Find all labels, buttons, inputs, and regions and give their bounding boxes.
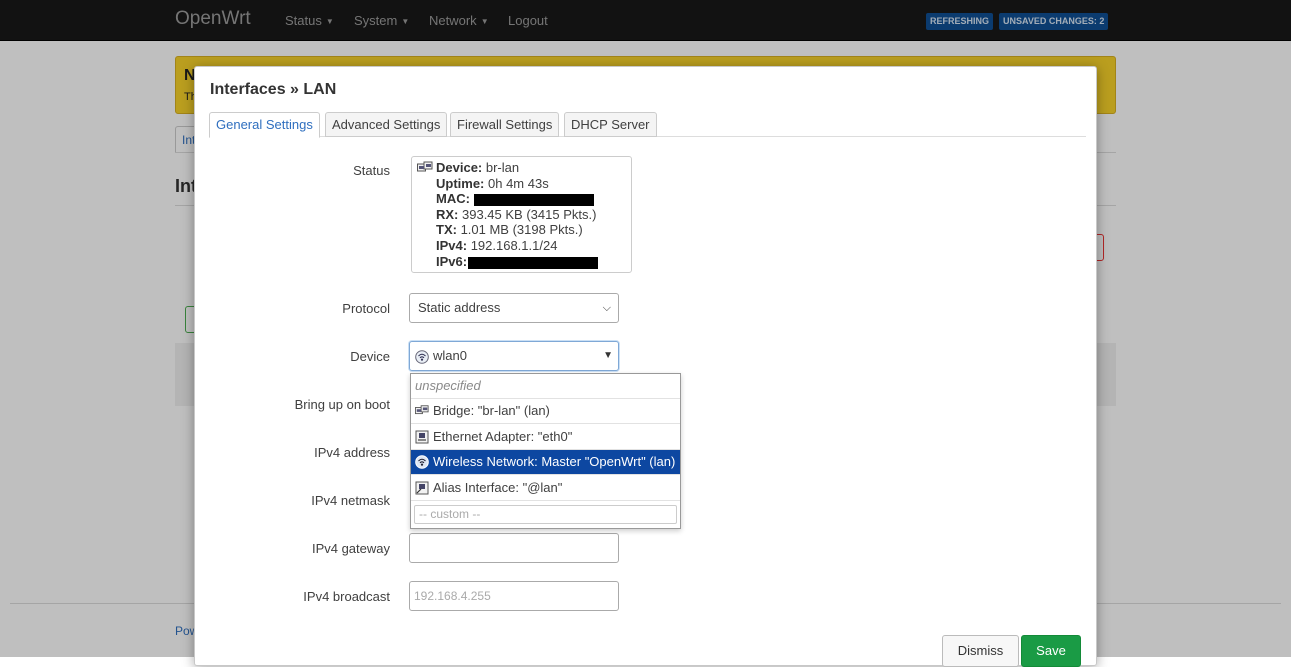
ipv4-gateway-label: IPv4 gateway <box>311 541 390 556</box>
ipv4-address-label: IPv4 address <box>314 445 390 460</box>
dismiss-button[interactable]: Dismiss <box>942 635 1019 667</box>
ethernet-icon <box>415 430 429 444</box>
tab-dhcp-server[interactable]: DHCP Server <box>564 112 657 137</box>
alias-icon <box>415 481 429 495</box>
bridge-icon <box>417 161 433 172</box>
protocol-select[interactable]: Static address ⌵ <box>409 293 619 323</box>
device-option-alias[interactable]: Alias Interface: "@lan" <box>411 476 680 501</box>
status-ipv4-label: IPv4: <box>436 238 468 253</box>
ipv4-broadcast-label: IPv4 broadcast <box>303 589 390 604</box>
protocol-value: Static address <box>418 300 501 315</box>
ipv4-netmask-label: IPv4 netmask <box>311 493 390 508</box>
status-label: Status <box>353 163 390 178</box>
status-ipv6-label: IPv6: <box>436 254 468 269</box>
status-ipv4-row: IPv4: 192.168.1.1/24 <box>436 238 557 254</box>
protocol-label: Protocol <box>342 301 390 316</box>
status-uptime-label: Uptime: <box>436 176 485 191</box>
wifi-icon <box>415 455 429 469</box>
modal-tabs: General Settings Advanced Settings Firew… <box>209 112 1086 138</box>
bring-up-on-boot-label: Bring up on boot <box>294 397 390 412</box>
device-label: Device <box>350 349 390 364</box>
device-option-bridge-label: Bridge: "br-lan" (lan) <box>433 403 550 418</box>
device-select[interactable]: wlan0 ▼ <box>409 341 619 371</box>
status-device-value: br-lan <box>482 160 520 175</box>
status-uptime-row: Uptime: 0h 4m 43s <box>436 176 549 192</box>
redacted-mac <box>473 193 594 206</box>
modal-title: Interfaces » LAN <box>210 81 337 98</box>
status-ipv6-row: IPv6: <box>436 254 599 270</box>
device-dropdown-list: unspecified Bridge: "br-lan" (lan) Ether… <box>410 373 681 529</box>
save-button[interactable]: Save <box>1021 635 1081 667</box>
tab-advanced-settings[interactable]: Advanced Settings <box>325 112 448 137</box>
ipv4-gateway-input[interactable] <box>409 533 619 563</box>
device-option-unspecified[interactable]: unspecified <box>411 374 680 399</box>
wifi-icon <box>415 350 429 364</box>
status-ipv4-value: 192.168.1.1/24 <box>467 238 558 253</box>
status-rx-row: RX: 393.45 KB (3415 Pkts.) <box>436 207 596 223</box>
ipv4-broadcast-input[interactable]: 192.168.4.255 <box>409 581 619 611</box>
status-rx-value: 393.45 KB (3415 Pkts.) <box>458 207 597 222</box>
device-option-alias-label: Alias Interface: "@lan" <box>433 480 563 495</box>
interface-edit-modal: Interfaces » LAN General Settings Advanc… <box>194 66 1097 667</box>
device-option-ethernet-label: Ethernet Adapter: "eth0" <box>433 429 573 444</box>
status-device-row: Device: br-lan <box>436 160 519 176</box>
device-option-ethernet[interactable]: Ethernet Adapter: "eth0" <box>411 425 680 450</box>
device-option-wireless[interactable]: Wireless Network: Master "OpenWrt" (lan) <box>411 450 680 475</box>
redacted-ipv6 <box>468 256 599 269</box>
status-rx-label: RX: <box>436 207 459 222</box>
tab-firewall-settings[interactable]: Firewall Settings <box>450 112 560 137</box>
status-tx-label: TX: <box>436 222 457 237</box>
device-option-bridge[interactable]: Bridge: "br-lan" (lan) <box>411 399 680 424</box>
bridge-icon <box>415 405 429 415</box>
dropdown-arrow-icon: ▼ <box>603 350 613 361</box>
status-box: Device: br-lan Uptime: 0h 4m 43s MAC: RX… <box>411 156 632 273</box>
chevron-down-icon: ⌵ <box>602 302 611 314</box>
status-uptime-value: 0h 4m 43s <box>484 176 549 191</box>
tab-general-settings[interactable]: General Settings <box>209 112 320 138</box>
device-value: wlan0 <box>433 348 467 363</box>
status-mac-row: MAC: <box>436 191 594 207</box>
status-tx-row: TX: 1.01 MB (3198 Pkts.) <box>436 222 583 238</box>
status-mac-label: MAC: <box>436 191 470 206</box>
device-custom-input[interactable]: -- custom -- <box>414 505 677 524</box>
device-option-wireless-label: Wireless Network: Master "OpenWrt" (lan) <box>433 454 676 469</box>
status-device-label: Device: <box>436 160 483 175</box>
status-tx-value: 1.01 MB (3198 Pkts.) <box>456 222 583 237</box>
